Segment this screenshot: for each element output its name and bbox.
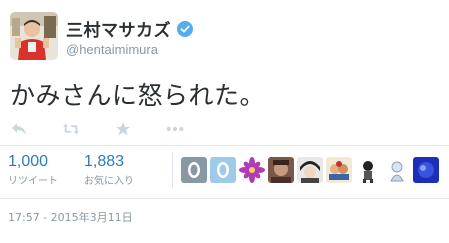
tweet-timestamp[interactable]: 17:57 - 2015年3月11日 [8,209,133,225]
favoriter-avatar[interactable] [210,157,236,183]
retweet-icon[interactable] [62,120,80,138]
avatar[interactable] [10,12,58,60]
favoriter-avatar[interactable] [384,157,410,183]
favoriter-avatar[interactable] [297,157,323,183]
stats-separator [172,152,173,188]
tweet-stats: 1,000 リツイート 1,883 お気に入り [8,153,160,187]
favoriter-avatar[interactable] [355,157,381,183]
retweet-count: 1,000 [8,153,49,170]
reply-icon[interactable] [10,120,28,138]
divider [0,198,449,199]
tweet-actions [10,119,218,139]
favorite-label: お気に入り [84,176,134,187]
username[interactable]: @hentaimimura [66,42,158,57]
verified-badge-icon [177,20,193,37]
favoriter-avatar[interactable] [326,157,352,183]
retweet-stat[interactable]: 1,000 リツイート [8,153,58,187]
favorite-icon[interactable] [114,120,132,138]
name-row: 三村マサカズ [66,16,193,41]
retweet-label: リツイート [8,176,58,187]
favoriter-avatar[interactable] [181,157,207,183]
more-icon[interactable] [166,120,184,138]
divider [0,145,449,146]
tweet-header: 三村マサカズ @hentaimimura [10,12,440,62]
favoriter-avatar[interactable] [413,157,439,183]
favoriter-avatar[interactable] [268,157,294,183]
favorite-count: 1,883 [84,153,125,170]
favorite-stat[interactable]: 1,883 お気に入り [84,153,134,187]
favoriter-avatar[interactable] [239,157,265,183]
favoriter-avatars [181,157,442,183]
tweet-text: かみさんに怒られた。 [10,81,266,110]
display-name[interactable]: 三村マサカズ [66,16,171,41]
